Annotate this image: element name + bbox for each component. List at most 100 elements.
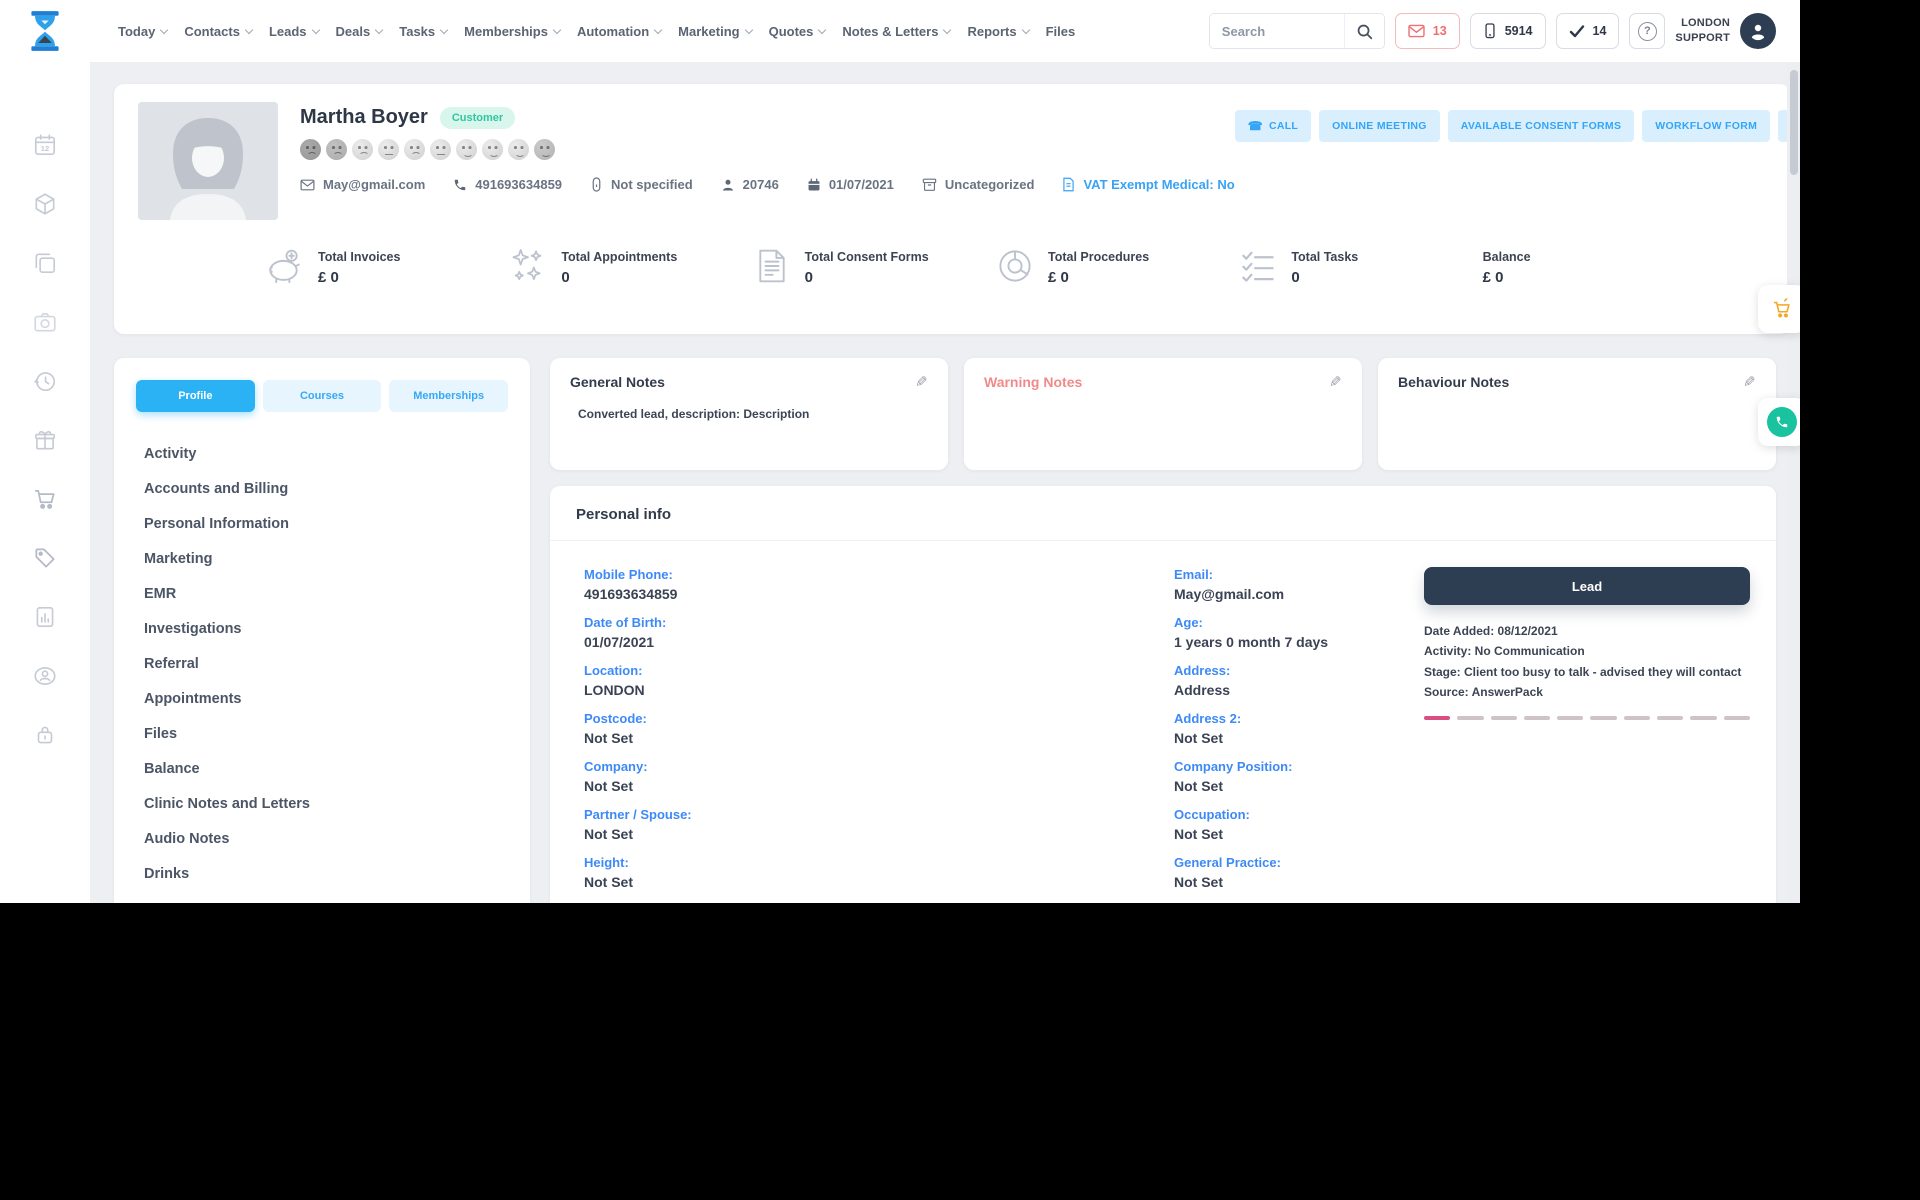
tags-icon[interactable]	[32, 545, 58, 571]
edit-pencil-icon[interactable]: ✎	[1329, 374, 1342, 391]
mood-very-happy-icon[interactable]	[534, 139, 555, 160]
search-button[interactable]	[1343, 14, 1384, 48]
scrollbar-thumb[interactable]	[1789, 70, 1798, 175]
lead-row: Date Added: 08/12/2021	[1424, 624, 1558, 638]
menu-item-audio-notes[interactable]: Audio Notes	[144, 821, 508, 856]
mood-happy-icon[interactable]	[482, 139, 503, 160]
nav-notes-letters[interactable]: Notes & Letters	[842, 24, 950, 39]
nav-reports[interactable]: Reports	[967, 24, 1028, 39]
menu-item-activity[interactable]: Activity	[144, 436, 508, 471]
nav-marketing[interactable]: Marketing	[678, 24, 751, 39]
menu-item-drinks[interactable]: Drinks	[144, 856, 508, 891]
mood-neutral-icon[interactable]	[430, 139, 451, 160]
search-input[interactable]	[1209, 14, 1344, 48]
gift-icon[interactable]	[32, 427, 58, 453]
online-meeting-button[interactable]: ONLINE MEETING	[1319, 110, 1440, 142]
nav-contacts[interactable]: Contacts	[184, 24, 252, 39]
menu-item-balance[interactable]: Balance	[144, 751, 508, 786]
cart-float-button[interactable]	[1758, 285, 1800, 333]
lead-row: Stage: Client too busy to talk - advised…	[1424, 664, 1742, 679]
contact-category: Uncategorized	[922, 177, 1034, 192]
menu-item-accounts-and-billing[interactable]: Accounts and Billing	[144, 471, 508, 506]
nav-quotes[interactable]: Quotes	[769, 24, 826, 39]
smartphone-icon	[1485, 23, 1495, 39]
menu-item-appointments[interactable]: Appointments	[144, 681, 508, 716]
calendar-icon	[808, 178, 820, 190]
mood-very-sad-icon[interactable]	[300, 139, 321, 160]
nav-deals[interactable]: Deals	[336, 24, 383, 39]
app-logo[interactable]	[0, 9, 90, 53]
copy-icon[interactable]	[32, 250, 58, 276]
mail-badge[interactable]: 13	[1394, 13, 1460, 49]
mood-neutral-icon[interactable]	[378, 139, 399, 160]
user-avatar[interactable]	[1740, 13, 1776, 49]
nav-tasks[interactable]: Tasks	[399, 24, 447, 39]
field-email: Email: May@gmail.com	[1174, 567, 1424, 602]
lock-icon[interactable]	[32, 722, 58, 748]
cart-icon[interactable]	[32, 486, 58, 512]
call-float-button[interactable]	[1758, 398, 1800, 446]
edit-pencil-icon[interactable]: ✎	[1743, 374, 1756, 391]
mood-unhappy-icon[interactable]	[352, 139, 373, 160]
field-label: General Practice:	[1174, 855, 1281, 870]
nav-files[interactable]: Files	[1046, 24, 1076, 39]
workflow-form-button[interactable]: WORKFLOW FORM	[1642, 110, 1771, 142]
help-button[interactable]: ?	[1629, 13, 1666, 49]
tab-profile[interactable]: Profile	[136, 380, 255, 412]
contact-id: 20746	[721, 177, 779, 192]
personal-info-title: Personal info	[550, 486, 1776, 541]
field-postcode: Postcode: Not Set	[584, 711, 1174, 746]
category-icon	[922, 178, 937, 191]
tab-memberships[interactable]: Memberships	[389, 380, 509, 412]
menu-item-clinic-notes-and-letters[interactable]: Clinic Notes and Letters	[144, 786, 508, 821]
svg-text:12: 12	[41, 144, 49, 153]
field-value: Address	[1174, 682, 1231, 698]
edit-pencil-icon[interactable]: ✎	[915, 374, 928, 391]
call-button[interactable]: ☎ CALL	[1234, 110, 1312, 142]
lead-button[interactable]: Lead	[1424, 567, 1750, 605]
phone-icon	[455, 179, 466, 190]
check-count: 14	[1592, 24, 1607, 38]
mood-sad-icon[interactable]	[326, 139, 347, 160]
menu-item-files[interactable]: Files	[144, 716, 508, 751]
report-icon[interactable]	[32, 604, 58, 630]
progress-segment	[1723, 715, 1750, 720]
app-window: Today Contacts Leads Deals Tasks Memberships A…	[0, 0, 1800, 903]
field-general-practice: General Practice: Not Set	[1174, 855, 1424, 890]
field-age: Age: 1 years 0 month 7 days	[1174, 615, 1424, 650]
icon-rail: 12	[0, 62, 90, 903]
tab-courses[interactable]: Courses	[262, 380, 382, 412]
nav-memberships[interactable]: Memberships	[464, 24, 560, 39]
phone-badge[interactable]: 5914	[1469, 13, 1546, 49]
menu-item-personal-information[interactable]: Personal Information	[144, 506, 508, 541]
nav-today[interactable]: Today	[118, 24, 167, 39]
field-value: Not Set	[1174, 778, 1223, 794]
camera-icon[interactable]	[32, 309, 58, 335]
field-label: Occupation:	[1174, 807, 1250, 822]
menu-item-referral[interactable]: Referral	[144, 646, 508, 681]
field-label: Mobile Phone:	[584, 567, 673, 582]
scrollbar-track[interactable]	[1787, 62, 1800, 903]
nav-automation[interactable]: Automation	[577, 24, 661, 39]
available-consent-forms-button[interactable]: AVAILABLE CONSENT FORMS	[1447, 110, 1635, 142]
mood-unhappy-icon[interactable]	[404, 139, 425, 160]
history-icon[interactable]	[32, 368, 58, 394]
mood-happy-icon[interactable]	[508, 139, 529, 160]
hourglass-logo-icon	[31, 11, 59, 51]
menu-item-emr[interactable]: EMR	[144, 576, 508, 611]
field-value: Not Set	[1174, 826, 1223, 842]
progress-segment	[1590, 715, 1617, 720]
checklist-icon	[1242, 251, 1275, 282]
menu-item-marketing[interactable]: Marketing	[144, 541, 508, 576]
contact-avatar	[138, 102, 278, 220]
field-partner-spouse: Partner / Spouse: Not Set	[584, 807, 1174, 842]
menu-item-investigations[interactable]: Investigations	[144, 611, 508, 646]
nav-leads[interactable]: Leads	[269, 24, 319, 39]
profile-menu: Activity Accounts and Billing Personal Inf…	[136, 436, 508, 891]
mood-happy-icon[interactable]	[456, 139, 477, 160]
account-icon[interactable]	[32, 663, 58, 689]
tasks-badge[interactable]: 14	[1555, 13, 1620, 49]
stat-total-invoices: Total Invoices £ 0	[266, 249, 509, 286]
package-icon[interactable]	[32, 191, 58, 217]
calendar-icon[interactable]: 12	[32, 132, 58, 158]
